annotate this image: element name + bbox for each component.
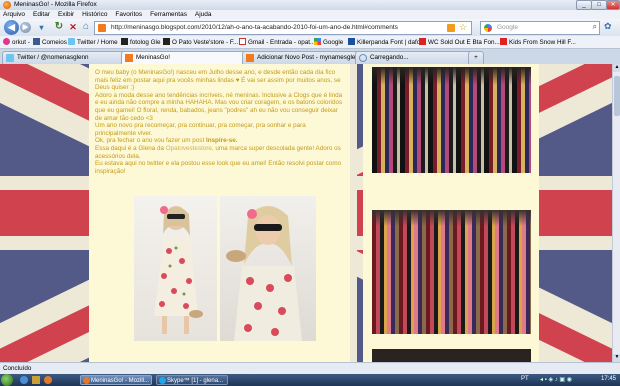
bookmark-killerpanda[interactable]: Killerpanda Font | dafo... xyxy=(348,38,426,46)
bookmark-star-icon[interactable]: ☆ xyxy=(459,22,467,33)
post-photo-1 xyxy=(134,196,217,341)
quicklaunch-folder-icon[interactable] xyxy=(32,376,40,384)
rss-feed-icon[interactable] xyxy=(447,24,455,32)
menu-exibir[interactable]: Exibir xyxy=(58,10,74,19)
post-body: O meu baby (o MeninasGo!) nasceu em Julh… xyxy=(95,69,345,175)
back-arrow-icon[interactable]: ◀ xyxy=(4,20,19,35)
menu-bar: Arquivo Editar Exibir Histórico Favorito… xyxy=(0,10,620,19)
start-orb-icon[interactable] xyxy=(1,374,13,386)
search-placeholder: Google xyxy=(497,24,518,31)
language-indicator[interactable]: PT xyxy=(521,376,529,382)
stop-icon[interactable]: ✕ xyxy=(67,21,79,33)
tab-strip: Twitter / @nomenasglenn ✕ MeninasGo! ✕ A… xyxy=(0,49,620,64)
opato-link[interactable]: Opatovestestore xyxy=(166,145,212,152)
bookmark-google[interactable]: Google xyxy=(314,38,343,46)
search-magnifier-icon[interactable]: ⌕ xyxy=(593,22,597,32)
taskbar-item-skype[interactable]: Skype™ [1] - glena... xyxy=(156,375,228,385)
toolbar-extension-icon[interactable]: ✿ xyxy=(604,21,612,32)
quicklaunch-ie-icon[interactable] xyxy=(20,376,28,384)
bookmark-opato[interactable]: O Pato Veste'store - F... xyxy=(163,38,238,46)
google-search-icon xyxy=(484,24,492,32)
scrollbar-thumb[interactable] xyxy=(614,76,620,116)
opato-icon xyxy=(163,38,170,45)
bookmark-wc[interactable]: WC Sold Out E Bta Fon... xyxy=(419,38,500,46)
status-text: Concluído xyxy=(3,365,32,372)
minimize-button[interactable]: _ xyxy=(576,0,592,10)
sidebar-column xyxy=(363,64,539,362)
loading-spinner-icon xyxy=(359,54,367,62)
gmail-icon xyxy=(239,38,246,45)
new-tab-button[interactable]: + xyxy=(468,51,484,64)
address-bar[interactable]: http://meninasgo.blogspot.com/2010/12/ah… xyxy=(94,21,472,35)
firefox-icon xyxy=(83,377,90,384)
forward-arrow-icon[interactable]: ▶ xyxy=(20,22,31,33)
sidebar-photo-wardrobe-2 xyxy=(372,210,531,334)
post-paragraph: O meu baby (o MeninasGo!) nasceu em Julh… xyxy=(95,69,341,92)
kids-icon xyxy=(500,38,507,45)
menu-editar[interactable]: Editar xyxy=(33,10,50,19)
reload-icon[interactable]: ↻ xyxy=(53,21,65,33)
tab-adicionar-post[interactable]: Adicionar Novo Post - mynamesglenn... ✕ xyxy=(242,51,368,64)
firefox-icon xyxy=(3,1,11,9)
bookmark-comeios[interactable]: Comeios xyxy=(33,38,67,46)
blogger-tab-icon xyxy=(125,54,133,62)
search-box[interactable]: Google ⌕ xyxy=(480,21,600,35)
title-bar: MeninasGo! - Mozilla Firefox _ □ ✕ xyxy=(0,0,620,10)
bookmark-gmail[interactable]: Gmail - Entrada - opat... xyxy=(239,38,315,46)
post-photo-2 xyxy=(220,196,316,341)
post-paragraph: Ok, pra fechar o ano vou fazer um post I… xyxy=(95,137,238,145)
wc-icon xyxy=(419,38,426,45)
post-column: O meu baby (o MeninasGo!) nasceu em Julh… xyxy=(89,64,350,362)
post-paragraph: Adoro a moda desse ano tendências incrív… xyxy=(95,91,343,122)
tab-meninasgo[interactable]: MeninasGo! ✕ xyxy=(121,51,255,64)
dafont-icon xyxy=(348,38,355,45)
post-paragraph: Essa daqui é a Glena da Opatovestestore,… xyxy=(95,144,341,160)
orkut-icon xyxy=(3,38,10,45)
menu-favoritos[interactable]: Favoritos xyxy=(115,10,142,19)
bookmark-fotolog[interactable]: fotolog Gle xyxy=(121,38,160,46)
post-paragraph: Um ano novo pra recomeçar, pra continuar… xyxy=(95,122,306,137)
skype-icon xyxy=(159,377,166,384)
menu-ferramentas[interactable]: Ferramentas xyxy=(150,10,187,19)
bookmark-kids[interactable]: Kids From Snow Hill F... xyxy=(500,38,576,46)
home-icon[interactable]: ⌂ xyxy=(80,21,92,33)
window-title: MeninasGo! - Mozilla Firefox xyxy=(14,1,97,8)
clock[interactable]: 17:45 xyxy=(601,376,616,382)
site-favicon-icon xyxy=(98,24,106,32)
taskbar-item-firefox[interactable]: MeninasGo! - Mozill... xyxy=(80,375,152,385)
tab-twitter[interactable]: Twitter / @nomenasglenn ✕ xyxy=(2,51,134,64)
post-paragraph: Eu estava aqui no twitter e ela postou e… xyxy=(95,160,342,175)
menu-historico[interactable]: Histórico xyxy=(82,10,107,19)
page-scrollbar[interactable]: ▲ ▼ xyxy=(612,64,620,362)
scroll-up-icon[interactable]: ▲ xyxy=(613,64,620,72)
scroll-down-icon[interactable]: ▼ xyxy=(613,354,620,362)
menu-arquivo[interactable]: Arquivo xyxy=(3,10,25,19)
twitter-tab-icon xyxy=(6,54,14,62)
address-url[interactable]: http://meninasgo.blogspot.com/2010/12/ah… xyxy=(111,24,398,31)
close-window-button[interactable]: ✕ xyxy=(606,0,620,10)
page-content: O meu baby (o MeninasGo!) nasceu em Julh… xyxy=(0,64,612,362)
bookmark-icon xyxy=(33,38,40,45)
maximize-button[interactable]: □ xyxy=(591,0,607,10)
bookmarks-toolbar: orkut - Comeios Twitter / Home fotolog G… xyxy=(0,36,620,49)
google-icon xyxy=(314,38,321,45)
blogger-tab-icon xyxy=(246,54,254,62)
twitter-icon xyxy=(68,38,75,45)
bookmark-orkut[interactable]: orkut - xyxy=(3,38,30,46)
tab-carregando[interactable]: Carregando... ✕ xyxy=(355,51,481,64)
fotolog-icon xyxy=(121,38,128,45)
menu-ajuda[interactable]: Ajuda xyxy=(195,10,212,19)
tray-icons[interactable]: ◂ ▪ ◈ ♪ ▣ ◉ xyxy=(540,376,572,383)
bookmark-twitter[interactable]: Twitter / Home xyxy=(68,38,118,46)
photo-shadow xyxy=(372,210,531,226)
quicklaunch-firefox-icon[interactable] xyxy=(44,376,52,384)
sidebar-photo-partial xyxy=(372,349,531,362)
photo-shadow xyxy=(372,67,531,85)
windows-taskbar: MeninasGo! - Mozill... Skype™ [1] - glen… xyxy=(0,374,620,386)
dropdown-history-icon[interactable]: ▾ xyxy=(37,23,46,32)
